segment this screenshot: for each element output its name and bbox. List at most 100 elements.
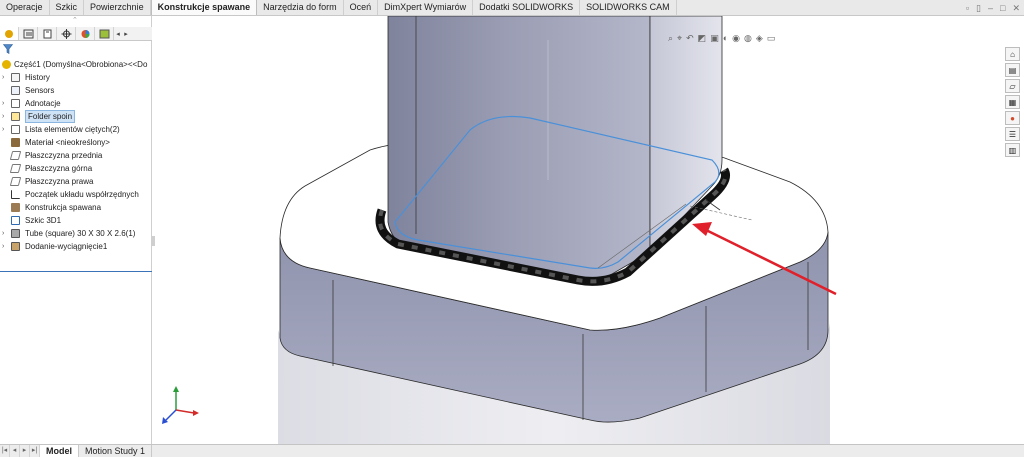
crosshair-icon	[61, 28, 71, 39]
file-explorer-icon[interactable]: ▱	[1005, 79, 1020, 93]
hide-show-icon[interactable]: ◉	[732, 33, 740, 44]
tree-item-label: Płaszczyzna prawa	[25, 177, 94, 186]
next-tab-icon[interactable]: ▸	[20, 445, 30, 457]
scene-icon[interactable]: ◈	[756, 33, 763, 44]
previous-view-icon[interactable]: ↶	[686, 33, 694, 44]
history-folder-icon	[11, 73, 20, 82]
solidworks-window: Operacje Szkic Powierzchnie Konstrukcje …	[0, 0, 1024, 457]
expand-arrow-icon[interactable]: ›	[2, 97, 10, 110]
color-wheel-icon	[81, 29, 89, 38]
panel-tab-strip: ◂ ▸	[0, 27, 152, 41]
close-icon[interactable]: ✕	[1012, 2, 1020, 14]
tree-item-sensors[interactable]: Sensors	[0, 84, 152, 97]
tree-item-right-plane[interactable]: Płaszczyzna prawa	[0, 175, 152, 188]
solidworks-resources-icon[interactable]: ⌂	[1005, 47, 1020, 61]
prev-tab-icon[interactable]: ◂	[10, 445, 20, 457]
cam-manager-tab[interactable]	[95, 27, 114, 40]
tree-item-label: Sensors	[25, 86, 55, 95]
tab-powierzchnie[interactable]: Powierzchnie	[84, 0, 151, 15]
bottom-tab-bar: |◂ ◂ ▸ ▸| Model Motion Study 1	[0, 444, 1024, 457]
tree-item-cut-list[interactable]: › Lista elementów ciętych(2)	[0, 123, 152, 136]
post-front-face	[387, 15, 651, 279]
tab-dimxpert[interactable]: DimXpert Wymiarów	[378, 0, 474, 15]
plane-icon	[9, 177, 22, 186]
section-view-icon[interactable]: ◩	[698, 33, 707, 44]
tab-narzedzia-do-form[interactable]: Narzędzia do form	[257, 0, 344, 15]
tab-motion-study[interactable]: Motion Study 1	[79, 445, 153, 457]
sketch-3d-icon	[11, 216, 20, 225]
tree-item-label: Konstrukcja spawana	[25, 203, 102, 212]
pin-icon[interactable]: ▯	[976, 2, 981, 14]
dimxpert-manager-tab[interactable]	[57, 27, 76, 40]
panel-tab-next[interactable]: ▸	[122, 30, 130, 38]
feature-manager-tab[interactable]	[0, 27, 19, 40]
tree-root-part[interactable]: Część1 (Domyślna<Obrobiona><<Do	[0, 58, 152, 71]
custom-properties-icon[interactable]: ☰	[1005, 127, 1020, 141]
rollback-bar[interactable]	[0, 271, 152, 272]
tab-model[interactable]: Model	[40, 445, 79, 457]
panel-tab-prev[interactable]: ◂	[114, 30, 122, 38]
plane-icon	[9, 151, 22, 160]
tab-solidworks-cam[interactable]: SOLIDWORKS CAM	[580, 0, 677, 15]
zoom-area-icon[interactable]: ⌖	[677, 33, 682, 44]
command-manager-tabs: Operacje Szkic Powierzchnie Konstrukcje …	[0, 0, 1024, 16]
tab-ocen[interactable]: Oceń	[344, 0, 379, 15]
weld-folder-icon	[11, 112, 20, 121]
tree-item-label: Tube (square) 30 X 30 X 2.6(1)	[25, 229, 136, 238]
zoom-to-fit-icon[interactable]: ⌕	[668, 33, 673, 44]
property-manager-tab[interactable]	[19, 27, 38, 40]
tree-item-top-plane[interactable]: Płaszczyzna górna	[0, 162, 152, 175]
configuration-manager-tab[interactable]	[38, 27, 57, 40]
tree-item-adnotacje[interactable]: › Adnotacje	[0, 97, 152, 110]
appearance-icon[interactable]: ◍	[744, 33, 752, 44]
tree-item-front-plane[interactable]: Płaszczyzna przednia	[0, 149, 152, 162]
expand-arrow-icon[interactable]: ›	[2, 227, 10, 240]
maximize-icon[interactable]: □	[1000, 2, 1005, 14]
configuration-icon	[43, 29, 51, 38]
part-icon	[2, 60, 11, 69]
weldment-icon	[11, 203, 20, 212]
tree-item-label: Folder spoin	[25, 110, 76, 123]
origin-icon	[11, 190, 20, 199]
tree-item-material[interactable]: Materiał <nieokreślony>	[0, 136, 152, 149]
tab-dodatki[interactable]: Dodatki SOLIDWORKS	[473, 0, 581, 15]
minimize-icon[interactable]: –	[988, 2, 993, 14]
cam-icon	[99, 29, 109, 38]
tree-item-extrude[interactable]: › Dodanie-wyciągnięcie1	[0, 240, 152, 253]
tree-root-label: Część1 (Domyślna<Obrobiona><<Do	[14, 60, 148, 69]
tree-item-sketch-3d[interactable]: Szkic 3D1	[0, 214, 152, 227]
expand-arrow-icon[interactable]: ›	[2, 123, 10, 136]
view-orientation-icon[interactable]: ▣	[710, 33, 719, 44]
restore-icon[interactable]: ▫	[966, 2, 969, 14]
expand-arrow-icon[interactable]: ›	[2, 71, 10, 84]
tab-szkic[interactable]: Szkic	[50, 0, 85, 15]
tree-item-tube[interactable]: › Tube (square) 30 X 30 X 2.6(1)	[0, 227, 152, 240]
tree-item-label: Szkic 3D1	[25, 216, 62, 225]
tree-item-label: Dodanie-wyciągnięcie1	[25, 242, 108, 251]
tree-item-history[interactable]: › History	[0, 71, 152, 84]
view-palette-icon[interactable]: ▦	[1005, 95, 1020, 109]
appearances-icon[interactable]: ●	[1005, 111, 1020, 125]
display-style-icon[interactable]: ◐	[723, 33, 728, 44]
tree-item-label: Płaszczyzna górna	[25, 164, 93, 173]
panel-collapse-handle[interactable]: ⌃	[72, 16, 78, 24]
tree-item-origin[interactable]: Początek układu współrzędnych	[0, 188, 152, 201]
feature-manager-panel: ⌃ ◂ ▸ Część1 (Domyślna<Obrobiona><<Do › …	[0, 16, 155, 444]
expand-arrow-icon[interactable]: ›	[2, 110, 10, 123]
filter-icon[interactable]	[3, 44, 13, 54]
graphics-area[interactable]: ⌕ ⌖ ↶ ◩ ▣ ◐ ◉ ◍ ◈ ▭	[153, 15, 1002, 444]
model-view	[162, 15, 837, 444]
display-manager-tab[interactable]	[76, 27, 95, 40]
task-pane: ⌂ ▤ ▱ ▦ ● ☰ ▥	[1005, 47, 1022, 157]
tab-operacje[interactable]: Operacje	[0, 0, 50, 15]
monitor-icon[interactable]: ▭	[767, 33, 776, 44]
design-library-icon[interactable]: ▤	[1005, 63, 1020, 77]
tab-konstrukcje-spawane[interactable]: Konstrukcje spawane	[150, 0, 258, 15]
last-tab-icon[interactable]: ▸|	[30, 445, 40, 457]
tree-item-weldment[interactable]: Konstrukcja spawana	[0, 201, 152, 214]
expand-arrow-icon[interactable]: ›	[2, 240, 10, 253]
first-tab-icon[interactable]: |◂	[0, 445, 10, 457]
forum-icon[interactable]: ▥	[1005, 143, 1020, 157]
tree-item-folder-spoin[interactable]: › Folder spoin	[0, 110, 152, 123]
tree-item-label: Adnotacje	[25, 99, 61, 108]
